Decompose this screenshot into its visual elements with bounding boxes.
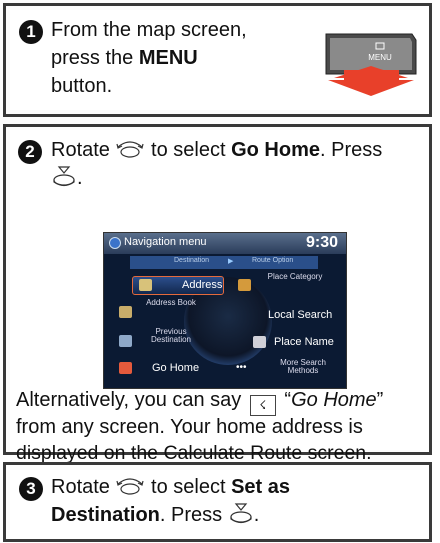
rotate-knob-icon xyxy=(116,478,145,495)
menu-previous-destination[interactable]: Previous Destination xyxy=(138,328,204,344)
step-2-select-text: to select xyxy=(145,139,232,161)
menu-button-name: MENU xyxy=(138,47,198,69)
step-2-alt-line-2: from any screen. Your home address is xyxy=(16,416,363,438)
place-name-icon xyxy=(253,336,266,348)
menu-address-book[interactable]: Address Book xyxy=(138,299,204,307)
more-search-label: More Search Methods xyxy=(280,358,326,375)
step-1-line-2-text: press the xyxy=(51,47,139,69)
go-home-label: Go Home xyxy=(231,139,320,161)
step-2-line-2: . xyxy=(51,165,83,192)
go-home-icon xyxy=(119,362,132,374)
menu-local-search[interactable]: Local Search xyxy=(268,310,332,321)
tab-arrow-icon: ▶ xyxy=(228,258,234,265)
menu-more-search-methods[interactable]: More Search Methods xyxy=(268,359,338,375)
navigation-menu-screenshot: Navigation menu 9:30 Destination ▶ Route… xyxy=(103,232,347,389)
menu-address[interactable]: Address xyxy=(182,280,222,291)
destination-label: Destination xyxy=(51,504,160,526)
quote-close: ” xyxy=(376,389,384,411)
step-2-line-1: Rotate to select Go Home. Press xyxy=(51,137,382,164)
step-3-rotate-text: Rotate xyxy=(51,476,116,498)
step-1-box: 1 From the map screen, press the MENU bu… xyxy=(3,3,432,117)
step-2-press-text: . Press xyxy=(320,139,383,161)
menu-key-label: MENU xyxy=(368,53,392,62)
quote-open: “ xyxy=(278,389,292,411)
place-category-label: Place Category xyxy=(267,272,323,281)
step-2-alt-line-1: Alternatively, you can say ☇ “Go Home” xyxy=(16,387,383,416)
step-2-box: 2 Rotate to select Go Home. Press . Navi… xyxy=(3,124,432,464)
step-3-select-text: to select xyxy=(145,476,232,498)
step-2-number: 2 xyxy=(18,140,42,164)
menu-place-category[interactable]: Place Category xyxy=(264,273,326,281)
press-knob-icon xyxy=(53,166,75,187)
menu-key-icon: MENU xyxy=(325,33,417,96)
step-3-press-text: . Press xyxy=(159,504,228,526)
nav-logo-icon xyxy=(109,237,121,249)
step-1-line-1: From the map screen, xyxy=(51,19,247,41)
tab-destination[interactable]: Destination xyxy=(174,257,209,264)
step-3-box: 3 Rotate to select Set as Destination. P… xyxy=(3,462,432,542)
step-1-line-2: press the MENU xyxy=(51,45,198,72)
address-book-label: Address Book xyxy=(146,298,196,307)
more-dots-icon: ••• xyxy=(236,362,247,373)
voice-command-go-home: Go Home xyxy=(291,389,377,411)
previous-destination-icon xyxy=(119,335,132,347)
place-category-icon xyxy=(238,279,251,291)
rotate-knob-icon xyxy=(116,141,145,158)
screen-clock: 9:30 xyxy=(305,234,338,251)
step-2-rotate-text: Rotate xyxy=(51,139,116,161)
screen-title: Navigation menu xyxy=(124,236,207,248)
screen-title-bar: Navigation menu 9:30 xyxy=(104,233,346,254)
tab-route-option[interactable]: Route Option xyxy=(252,257,293,264)
talk-button-icon: ☇ xyxy=(249,395,276,416)
screen-tab-bar: Destination ▶ Route Option xyxy=(130,256,318,269)
step-3-period: . xyxy=(253,504,260,526)
press-knob-icon xyxy=(230,503,252,524)
step-3-line-1: Rotate to select Set as xyxy=(51,474,290,501)
address-icon xyxy=(139,279,152,291)
set-as-label: Set as xyxy=(231,476,291,498)
step-2-period: . xyxy=(77,167,83,189)
address-book-icon xyxy=(119,306,132,318)
step-3-number: 3 xyxy=(19,477,43,501)
step-1-number: 1 xyxy=(19,20,43,44)
step-3-line-2: Destination. Press . xyxy=(51,502,259,529)
menu-go-home[interactable]: Go Home xyxy=(152,363,199,374)
alt-text-1: Alternatively, you can say xyxy=(16,389,247,411)
step-1-line-3: button. xyxy=(51,75,113,97)
menu-place-name[interactable]: Place Name xyxy=(274,337,334,348)
previous-destination-label: Previous Destination xyxy=(150,327,192,344)
